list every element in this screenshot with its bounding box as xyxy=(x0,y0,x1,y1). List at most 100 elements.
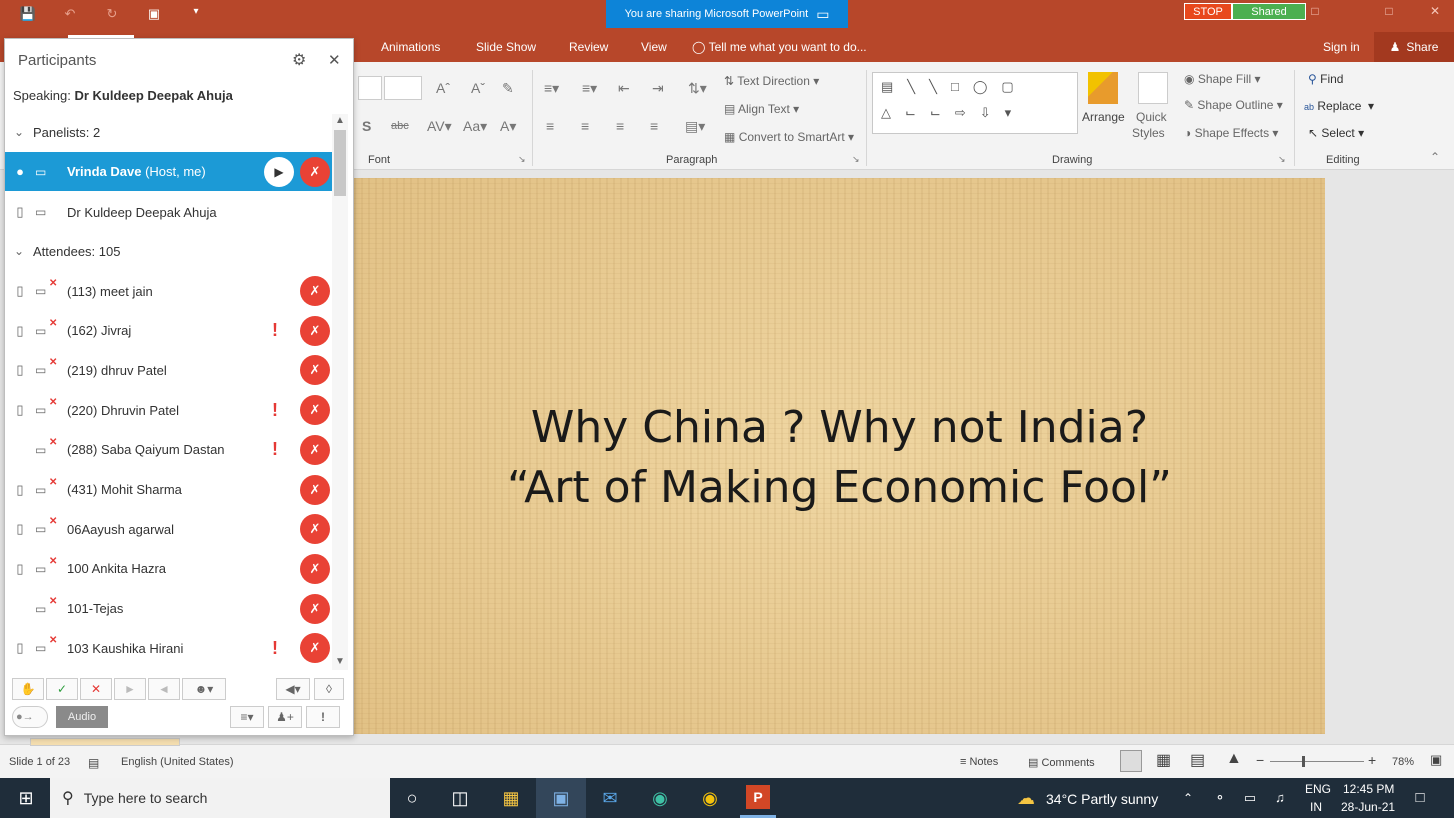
store-icon[interactable]: ▣ xyxy=(547,786,575,810)
taskbar-search[interactable]: ⚲ Type here to search xyxy=(50,778,390,818)
participant-row[interactable]: ▯ ▭ ✕ (162) Jivraj! ✗ xyxy=(5,311,332,351)
participant-row[interactable]: ▯ ▭ ✕ 103 Kaushika Hirani! ✗ xyxy=(5,628,332,668)
participant-row-host[interactable]: ● ▭ Vrinda Dave (Host, me) ▶ ✗ xyxy=(5,152,332,191)
participant-row[interactable]: ▯ ▭ ✕ 100 Ankita Hazra ✗ xyxy=(5,549,332,589)
fit-slide-icon[interactable]: ▣ xyxy=(1430,752,1442,768)
input-language-1[interactable]: ENG xyxy=(1305,782,1331,796)
slideshow-view-icon[interactable]: ▲ xyxy=(1226,750,1242,768)
oval-shape-icon[interactable]: ◯ xyxy=(973,79,988,95)
tell-me-box[interactable]: ◯ Tell me what you want to do... xyxy=(692,40,867,54)
audio-toggle[interactable]: ●→ xyxy=(12,706,48,728)
participant-row[interactable]: ▯ ▭ ✕ (219) dhruv Patel ✗ xyxy=(5,350,332,390)
participant-row[interactable]: ▭ ✕ 101-Tejas ✗ xyxy=(5,589,332,629)
reading-view-icon[interactable]: ▤ xyxy=(1190,750,1205,770)
shadow-icon[interactable]: S xyxy=(362,118,371,134)
arrange-button[interactable]: Arrange xyxy=(1082,110,1125,124)
numbering-icon[interactable]: ≡▾ xyxy=(582,80,597,97)
grow-font-icon[interactable]: Aˆ xyxy=(436,80,450,96)
line-shape-icon[interactable]: ╲ xyxy=(929,79,937,95)
zoom-level[interactable]: 78% xyxy=(1392,756,1414,768)
weather-text[interactable]: 34°C Partly sunny xyxy=(1046,791,1158,807)
slide-title-line2[interactable]: “Art of Making Economic Fool” xyxy=(354,462,1325,513)
arrow-down-shape-icon[interactable]: ⇩ xyxy=(980,105,991,121)
align-center-icon[interactable]: ≡ xyxy=(581,118,589,134)
quick-styles-icon[interactable] xyxy=(1138,72,1168,104)
microphone-muted-icon[interactable]: ✗ xyxy=(300,633,330,664)
show-hidden-icons[interactable]: ⌃ xyxy=(1174,786,1202,810)
align-left-icon[interactable]: ≡ xyxy=(546,118,554,134)
zoom-slider[interactable] xyxy=(1270,761,1364,762)
volume-icon[interactable]: ♫ xyxy=(1266,786,1294,810)
find-button[interactable]: ⚲ Find xyxy=(1308,72,1343,86)
emoji-dropdown[interactable]: ☻ ▾ xyxy=(182,678,226,700)
redo-icon[interactable]: ↻ xyxy=(100,6,124,22)
close-icon[interactable]: ✕ xyxy=(328,51,341,69)
quick-styles-line1[interactable]: Quick xyxy=(1136,110,1167,124)
convert-smartart-button[interactable]: ▦ Convert to SmartArt ▾ xyxy=(724,130,854,144)
line-shape-icon[interactable]: ╲ xyxy=(907,79,915,95)
mail-icon[interactable]: ✉ xyxy=(596,786,624,810)
undo-icon[interactable]: ↶ xyxy=(58,6,82,22)
checkmark-icon[interactable]: ✓ xyxy=(46,678,78,700)
slide-thumbnail[interactable] xyxy=(30,738,180,746)
clock-date[interactable]: 28-Jun-21 xyxy=(1341,800,1395,814)
microphone-muted-icon[interactable]: ✗ xyxy=(300,434,330,465)
line-spacing-icon[interactable]: ⇅▾ xyxy=(688,80,707,97)
collapse-ribbon-icon[interactable]: ⌃ xyxy=(1430,150,1440,164)
close-window-icon[interactable]: ✕ xyxy=(1420,4,1450,18)
zoom-slider-thumb[interactable] xyxy=(1302,756,1305,767)
rectangle-shape-icon[interactable]: □ xyxy=(951,79,959,95)
add-participant-icon[interactable]: ♟+ xyxy=(268,706,302,728)
stop-sharing-button[interactable]: STOP xyxy=(1184,3,1232,20)
windows-start-icon[interactable]: ⊞ xyxy=(12,786,40,810)
cross-icon[interactable]: ✕ xyxy=(80,678,112,700)
cortana-icon[interactable]: ○ xyxy=(398,786,426,810)
microphone-muted-icon[interactable]: ✗ xyxy=(300,553,330,584)
battery-icon[interactable]: ▭ xyxy=(1236,786,1264,810)
list-view-icon[interactable]: ≡▾ xyxy=(230,706,264,728)
scroll-down-icon[interactable]: ▼ xyxy=(335,656,345,667)
tab-view[interactable]: View xyxy=(641,40,667,54)
normal-view-icon[interactable] xyxy=(1120,750,1142,772)
font-dialog-launcher-icon[interactable]: ↘ xyxy=(518,154,526,165)
align-text-button[interactable]: ▤ Align Text ▾ xyxy=(724,102,799,116)
participant-row[interactable]: ▯ ▭ ✕ 06Aayush agarwal ✗ xyxy=(5,509,332,549)
microphone-muted-icon[interactable]: ✗ xyxy=(300,355,330,386)
rounded-rect-shape-icon[interactable]: ▢ xyxy=(1001,79,1013,95)
customize-qat-icon[interactable]: ▾ xyxy=(184,6,208,17)
video-camera-icon[interactable]: ▶ xyxy=(264,156,294,187)
slide-title-line1[interactable]: Why China ? Why not India? xyxy=(354,402,1325,453)
present-icon[interactable]: ▣ xyxy=(142,6,166,22)
scroll-up-icon[interactable]: ▲ xyxy=(335,115,345,126)
columns-icon[interactable]: ▤▾ xyxy=(685,118,705,135)
textbox-shape-icon[interactable]: ▤ xyxy=(881,79,893,95)
restore-ribbon-icon[interactable]: □ xyxy=(1300,4,1330,18)
sign-in-link[interactable]: Sign in xyxy=(1323,40,1360,54)
text-direction-button[interactable]: ⇅ Text Direction ▾ xyxy=(724,74,819,88)
attendees-header[interactable]: ⌄ Attendees: 105 xyxy=(5,231,332,271)
more-shapes-icon[interactable]: ▾ xyxy=(1005,105,1012,121)
file-explorer-icon[interactable]: ▦ xyxy=(497,786,525,810)
raise-hand-icon[interactable]: ✋ xyxy=(12,678,44,700)
panelists-header[interactable]: ⌄ Panelists: 2 xyxy=(5,112,332,152)
language-indicator[interactable]: English (United States) xyxy=(121,756,234,768)
tab-review[interactable]: Review xyxy=(569,40,608,54)
shapes-gallery[interactable]: ▤ ╲ ╲ □ ◯ ▢ △ ⌙ ⌙ ⇨ ⇩ ▾ xyxy=(872,72,1078,134)
chrome-icon[interactable]: ◉ xyxy=(696,786,724,810)
network-icon[interactable]: ⚬ xyxy=(1206,786,1234,810)
go-slower-icon[interactable]: ◄ xyxy=(148,678,180,700)
shrink-font-icon[interactable]: Aˇ xyxy=(471,80,485,96)
participant-row[interactable]: ▭ ✕ (288) Saba Qaiyum Dastan! ✗ xyxy=(5,430,332,470)
arrow-right-shape-icon[interactable]: ⇨ xyxy=(955,105,966,121)
connector-shape-icon[interactable]: ⌙ xyxy=(905,105,916,121)
slide-canvas[interactable] xyxy=(354,178,1325,734)
go-faster-icon[interactable]: ► xyxy=(114,678,146,700)
participants-scrollbar[interactable] xyxy=(332,114,348,670)
tab-slide-show[interactable]: Slide Show xyxy=(476,40,536,54)
clear-format-icon[interactable]: ✎ xyxy=(502,80,514,97)
megaphone-icon[interactable]: ◀▾ xyxy=(276,678,310,700)
alert-icon[interactable]: ! xyxy=(306,706,340,728)
screen-share-icon[interactable]: ▭ xyxy=(816,6,829,23)
microphone-muted-icon[interactable]: ✗ xyxy=(300,156,330,187)
triangle-shape-icon[interactable]: △ xyxy=(881,105,891,121)
